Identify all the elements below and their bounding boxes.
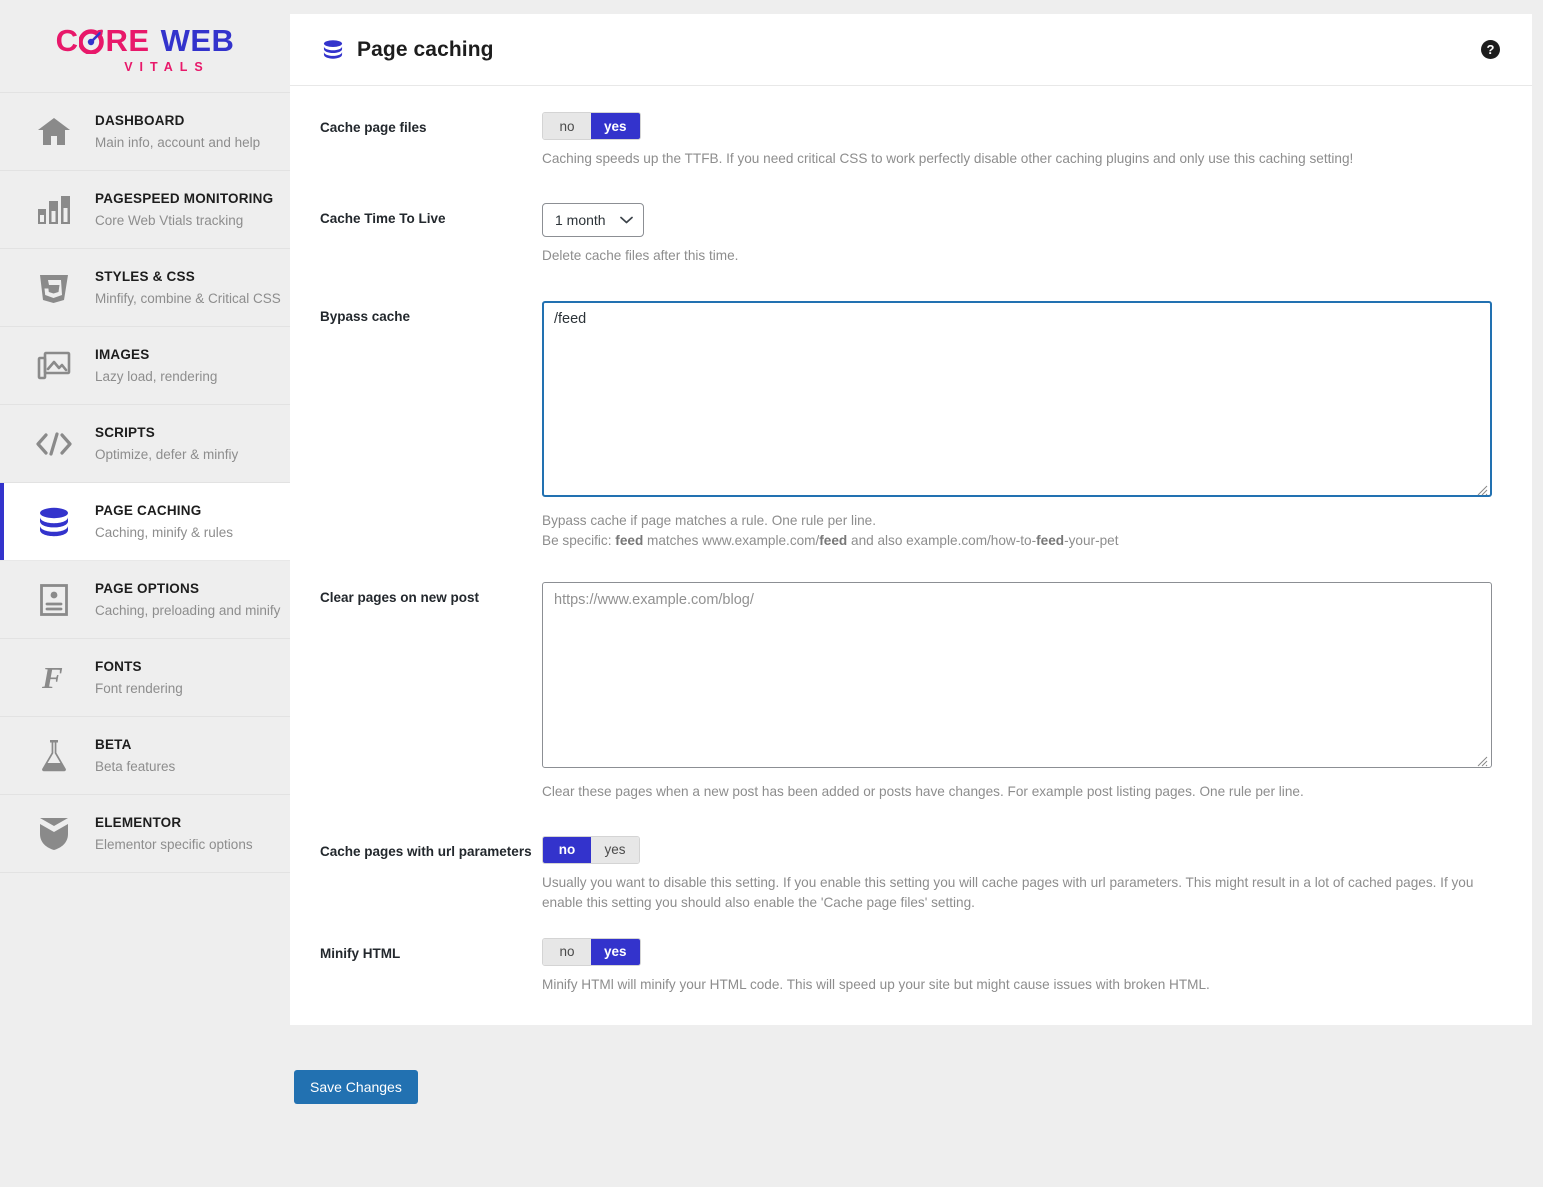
sidebar-item-scripts[interactable]: SCRIPTS Optimize, defer & minfiy bbox=[0, 405, 290, 483]
sidebar-item-label: FONTS bbox=[95, 658, 142, 674]
field-cache-url-parameters: Cache pages with url parameters no yes U… bbox=[320, 835, 1500, 914]
toggle-option-no[interactable]: no bbox=[543, 113, 591, 139]
sidebar-item-page-caching[interactable]: PAGE CACHING Caching, minify & rules bbox=[0, 483, 290, 561]
field-minify-html: Minify HTML no yes Minify HTMl will mini… bbox=[320, 937, 1500, 995]
sidebar-item-label: ELEMENTOR bbox=[95, 814, 182, 830]
sidebar-item-pagespeed-monitoring[interactable]: PAGESPEED MONITORING Core Web Vtials tra… bbox=[0, 171, 290, 249]
panel-header: Page caching ? bbox=[290, 14, 1532, 86]
sidebar-item-fonts[interactable]: F FONTS Font rendering bbox=[0, 639, 290, 717]
code-icon bbox=[31, 422, 77, 466]
database-icon bbox=[31, 500, 77, 544]
toggle-option-no[interactable]: no bbox=[543, 836, 591, 863]
cache-page-files-toggle[interactable]: no yes bbox=[542, 112, 641, 140]
sidebar-item-sublabel: Optimize, defer & minfiy bbox=[95, 446, 239, 462]
sidebar-nav: DASHBOARD Main info, account and help PA… bbox=[0, 92, 290, 873]
cache-ttl-value: 1 month bbox=[555, 212, 606, 229]
bypass-helper-line1: Bypass cache if page matches a rule. One… bbox=[542, 512, 876, 528]
sidebar-item-sublabel: Caching, preloading and minify bbox=[95, 602, 281, 618]
field-helper-text: Bypass cache if page matches a rule. One… bbox=[542, 511, 1500, 552]
save-changes-button[interactable]: Save Changes bbox=[294, 1070, 418, 1104]
logo-subtitle: VITALS bbox=[124, 59, 210, 74]
sidebar-item-label: PAGESPEED MONITORING bbox=[95, 190, 274, 206]
field-bypass-cache: Bypass cache Bypass cache if page matche… bbox=[320, 300, 1500, 552]
flask-icon bbox=[31, 734, 77, 778]
logo-core-text: C bbox=[55, 22, 79, 58]
field-label: Minify HTML bbox=[320, 945, 401, 961]
main-content: Page caching ? Cache page files no yes C… bbox=[290, 0, 1543, 1187]
field-label: Bypass cache bbox=[320, 308, 411, 324]
toggle-option-no[interactable]: no bbox=[543, 938, 591, 965]
svg-text:F: F bbox=[41, 661, 63, 695]
sidebar-item-label: IMAGES bbox=[95, 346, 150, 362]
sidebar-item-sublabel: Caching, minify & rules bbox=[95, 524, 234, 540]
logo-wordmark: C RE WEB bbox=[56, 25, 235, 56]
clear-pages-textarea[interactable] bbox=[542, 581, 1492, 768]
field-label: Cache page files bbox=[320, 120, 427, 135]
toggle-option-yes[interactable]: yes bbox=[591, 836, 639, 863]
chevron-down-icon bbox=[619, 216, 633, 224]
target-dart-icon bbox=[79, 28, 105, 54]
sidebar-item-label: STYLES & CSS bbox=[95, 268, 195, 284]
field-helper-text: Delete cache files after this time. bbox=[542, 248, 739, 264]
images-icon bbox=[31, 344, 77, 388]
footer-actions: Save Changes bbox=[294, 1070, 418, 1104]
sidebar-item-images[interactable]: IMAGES Lazy load, rendering bbox=[0, 327, 290, 405]
sidebar: C RE WEB VITALS DASHBOARD Main info, acco… bbox=[0, 0, 290, 1187]
bar-chart-icon bbox=[31, 188, 77, 232]
cache-url-parameters-toggle[interactable]: no yes bbox=[542, 835, 640, 864]
field-cache-ttl: Cache Time To Live 1 month Delete cache … bbox=[320, 203, 1500, 266]
app-root: C RE WEB VITALS DASHBOARD Main info, acco… bbox=[0, 0, 1543, 1187]
sidebar-item-beta[interactable]: BETA Beta features bbox=[0, 717, 290, 795]
field-label: Cache Time To Live bbox=[320, 211, 446, 227]
sidebar-item-sublabel: Core Web Vtials tracking bbox=[95, 212, 244, 228]
svg-text:?: ? bbox=[1487, 42, 1495, 57]
sidebar-item-styles-css[interactable]: STYLES & CSS Minfify, combine & Critical… bbox=[0, 249, 290, 327]
settings-panel: Page caching ? Cache page files no yes C… bbox=[290, 14, 1532, 1026]
field-helper-text: Minify HTMl will minify your HTML code. … bbox=[542, 976, 1210, 992]
field-label: Clear pages on new post bbox=[320, 589, 480, 605]
page-icon bbox=[31, 578, 77, 622]
field-clear-pages-on-new-post: Clear pages on new post Clear these page… bbox=[320, 581, 1500, 802]
field-helper-text: Clear these pages when a new post has be… bbox=[542, 783, 1304, 799]
home-icon bbox=[31, 110, 77, 154]
field-label: Cache pages with url parameters bbox=[320, 843, 532, 859]
database-icon bbox=[322, 39, 344, 60]
css3-icon bbox=[31, 266, 77, 310]
toggle-option-yes[interactable]: yes bbox=[591, 938, 640, 965]
cache-ttl-select[interactable]: 1 month bbox=[542, 203, 644, 238]
page-title: Page caching bbox=[357, 37, 494, 61]
sidebar-item-sublabel: Beta features bbox=[95, 758, 176, 774]
sidebar-item-sublabel: Lazy load, rendering bbox=[95, 368, 218, 384]
field-helper-text: Usually you want to disable this setting… bbox=[542, 874, 1474, 911]
bypass-helper-line2: Be specific: feed matches www.example.co… bbox=[542, 533, 1119, 549]
field-cache-page-files: Cache page files no yes Caching speeds u… bbox=[320, 112, 1500, 169]
sidebar-item-page-options[interactable]: PAGE OPTIONS Caching, preloading and min… bbox=[0, 561, 290, 639]
logo-core-text-2: RE bbox=[105, 22, 150, 58]
minify-html-toggle[interactable]: no yes bbox=[542, 937, 641, 966]
toggle-option-yes[interactable]: yes bbox=[591, 113, 640, 139]
logo-web-text: WEB bbox=[160, 22, 235, 58]
sidebar-item-sublabel: Elementor specific options bbox=[95, 836, 253, 852]
sidebar-item-sublabel: Main info, account and help bbox=[95, 134, 261, 150]
sidebar-item-sublabel: Font rendering bbox=[95, 680, 183, 696]
shield-icon bbox=[31, 812, 77, 856]
sidebar-item-elementor[interactable]: ELEMENTOR Elementor specific options bbox=[0, 795, 290, 873]
sidebar-item-label: SCRIPTS bbox=[95, 424, 155, 440]
sidebar-item-label: BETA bbox=[95, 736, 132, 752]
field-helper-text: Caching speeds up the TTFB. If you need … bbox=[542, 151, 1354, 166]
sidebar-item-label: PAGE CACHING bbox=[95, 502, 202, 518]
panel-body: Cache page files no yes Caching speeds u… bbox=[290, 86, 1532, 1025]
brand-logo: C RE WEB VITALS bbox=[0, 0, 290, 92]
sidebar-item-sublabel: Minfify, combine & Critical CSS bbox=[95, 290, 281, 306]
sidebar-item-label: PAGE OPTIONS bbox=[95, 580, 200, 596]
bypass-cache-textarea[interactable] bbox=[542, 300, 1492, 497]
help-circle-icon[interactable]: ? bbox=[1481, 40, 1500, 59]
font-icon: F bbox=[31, 656, 77, 700]
sidebar-item-label: DASHBOARD bbox=[95, 112, 185, 128]
sidebar-item-dashboard[interactable]: DASHBOARD Main info, account and help bbox=[0, 93, 290, 171]
